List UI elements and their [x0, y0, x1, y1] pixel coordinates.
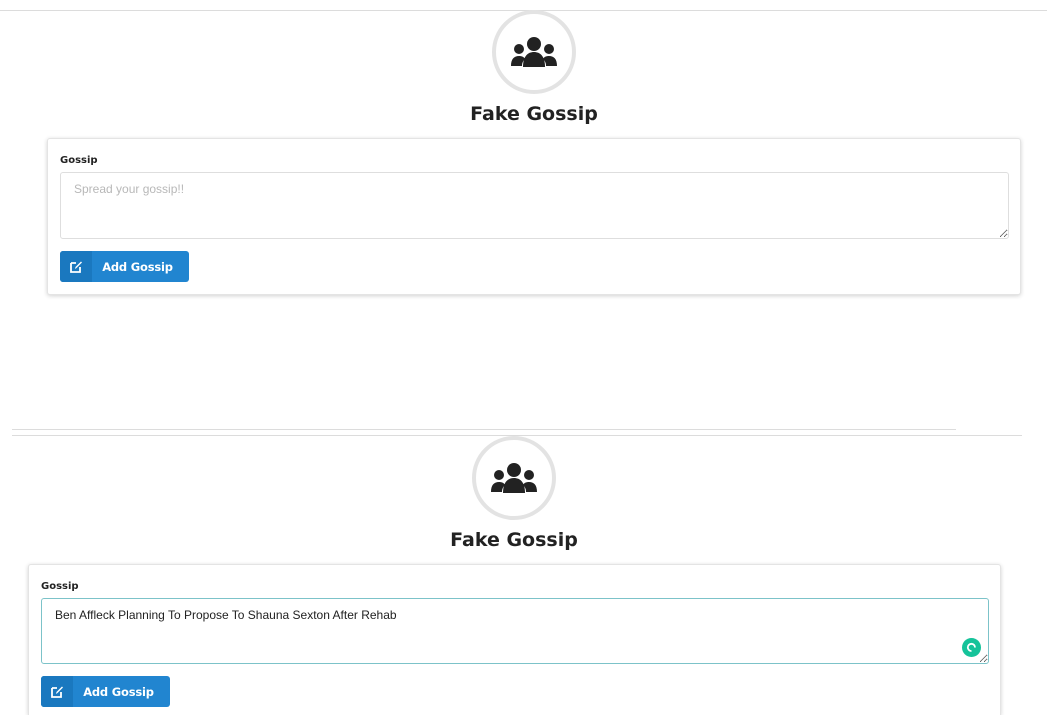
add-gossip-button-2[interactable]: Add Gossip: [41, 676, 170, 707]
edit-square-icon: [60, 251, 92, 282]
edit-square-icon: [41, 676, 73, 707]
users-group-icon: [491, 463, 537, 493]
grammarly-icon[interactable]: [962, 638, 981, 657]
section-divider: [12, 429, 956, 430]
gossip-input[interactable]: [60, 172, 1009, 239]
page: Fake Gossip Gossip Add Gossip Fake Gossi…: [0, 0, 1047, 715]
group-avatar-2: [472, 436, 556, 520]
page-title: Fake Gossip: [470, 103, 598, 125]
add-gossip-button-label: Add Gossip: [102, 259, 173, 274]
add-gossip-button[interactable]: Add Gossip: [60, 251, 189, 282]
gossip-input-2[interactable]: [41, 598, 989, 664]
gossip-field-label: Gossip: [60, 155, 98, 166]
gossip-form-card: Gossip Add Gossip: [47, 138, 1021, 295]
gossip-field-label-2: Gossip: [41, 581, 79, 592]
gossip-form-card-2: Gossip Add Gossip: [28, 564, 1001, 715]
users-group-icon: [511, 37, 557, 67]
page-title-2: Fake Gossip: [450, 529, 578, 551]
add-gossip-button-label-2: Add Gossip: [83, 684, 154, 699]
group-avatar: [492, 10, 576, 94]
